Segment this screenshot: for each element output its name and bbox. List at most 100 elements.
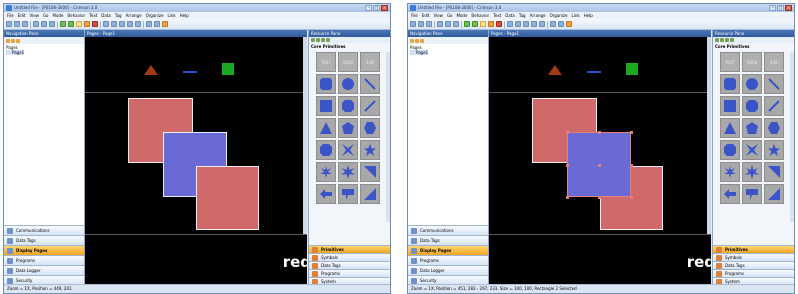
tree-item-page1[interactable]: Page1 (6, 50, 25, 55)
paste-icon[interactable] (49, 21, 55, 27)
minimize-icon[interactable]: – (365, 5, 372, 11)
menu-behavior[interactable]: Behavior (67, 13, 85, 18)
page-editor[interactable]: Pages - Page1 red (489, 30, 715, 285)
selection-handle[interactable] (598, 196, 601, 199)
menu-behavior[interactable]: Behavior (471, 13, 489, 18)
align-left-icon[interactable] (507, 21, 513, 27)
resource-tool-icon[interactable] (720, 38, 724, 42)
menu-organize[interactable]: Organize (146, 13, 164, 18)
red-rectangle-front[interactable] (196, 166, 259, 230)
burst-icon[interactable] (338, 162, 358, 182)
resource-section-symbols[interactable]: Symbols (309, 253, 390, 261)
wedge-icon[interactable] (360, 162, 380, 182)
paste-icon[interactable] (453, 21, 459, 27)
send-icon[interactable] (84, 21, 90, 27)
menu-arrange[interactable]: Arrange (530, 13, 546, 18)
nav-section-data-tags[interactable]: Data Tags (408, 235, 488, 245)
menu-arrange[interactable]: Arrange (126, 13, 142, 18)
palette-icon[interactable] (162, 21, 168, 27)
star-icon[interactable] (764, 140, 784, 160)
copy-icon[interactable] (445, 21, 451, 27)
resource-tool-icon[interactable] (725, 38, 729, 42)
resource-tool-icon[interactable] (311, 38, 315, 42)
ellipse-icon[interactable] (742, 74, 762, 94)
resource-section-symbols[interactable]: Symbols (713, 253, 794, 261)
burst-icon[interactable] (742, 162, 762, 182)
selection-handle[interactable] (566, 196, 569, 199)
back-icon[interactable] (60, 21, 66, 27)
cut-icon[interactable] (33, 21, 39, 27)
vertical-scrollbar[interactable] (707, 37, 711, 235)
pentagon-icon[interactable] (742, 118, 762, 138)
selection-handle[interactable] (630, 163, 633, 167)
menu-view[interactable]: View (433, 13, 443, 18)
maximize-icon[interactable]: □ (777, 5, 784, 11)
tree-item-page1[interactable]: Page1 (410, 50, 429, 55)
line-shape[interactable] (183, 71, 197, 73)
square-icon[interactable] (720, 96, 740, 116)
text-primitive[interactable]: TEXT (316, 52, 336, 72)
menu-edit[interactable]: Edit (422, 13, 430, 18)
rounded-rectangle-icon[interactable] (720, 74, 740, 94)
ungroup-icon[interactable] (539, 21, 545, 27)
menu-help[interactable]: Help (584, 13, 593, 18)
square-icon[interactable] (316, 96, 336, 116)
star-icon[interactable] (360, 140, 380, 160)
nav-section-programs[interactable]: Programs (408, 255, 488, 265)
arrow-left-icon[interactable] (316, 184, 336, 204)
menu-help[interactable]: Help (180, 13, 189, 18)
callout-icon[interactable] (338, 184, 358, 204)
menu-file[interactable]: File (411, 13, 418, 18)
green-square-shape[interactable] (626, 63, 638, 75)
resource-section-data-tags[interactable]: Data Tags (713, 261, 794, 269)
open-folder-icon[interactable] (418, 21, 424, 27)
align-center-icon[interactable] (515, 21, 521, 27)
nav-section-communications[interactable]: Communications (408, 225, 488, 235)
number-primitive[interactable]: 5658 (338, 52, 358, 72)
back-icon[interactable] (464, 21, 470, 27)
menu-data[interactable]: Data (101, 13, 111, 18)
menu-mode[interactable]: Mode (457, 13, 468, 18)
nav-section-display-pages[interactable]: Display Pages (4, 245, 84, 255)
nav-section-data-logger[interactable]: Data Logger (4, 265, 84, 275)
right-triangle-icon[interactable] (360, 184, 380, 204)
selection-handle[interactable] (566, 131, 569, 134)
menu-text[interactable]: Text (493, 13, 501, 18)
menu-file[interactable]: File (7, 13, 14, 18)
open-folder-icon[interactable] (14, 21, 20, 27)
align-right-icon[interactable] (523, 21, 529, 27)
resource-section-data-tags[interactable]: Data Tags (309, 261, 390, 269)
send-icon[interactable] (488, 21, 494, 27)
octagon-small-icon[interactable] (720, 140, 740, 160)
zoom-icon[interactable] (146, 21, 152, 27)
pointer-tool-icon[interactable] (76, 21, 82, 27)
menu-tag[interactable]: Tag (115, 13, 122, 18)
hexagon-icon[interactable] (764, 118, 784, 138)
palette-icon[interactable] (566, 21, 572, 27)
resource-section-primitives[interactable]: Primitives (309, 245, 390, 253)
minimize-icon[interactable]: – (769, 5, 776, 11)
text-primitive[interactable]: TEXT (720, 52, 740, 72)
resource-tool-icon[interactable] (321, 38, 325, 42)
triangle-shape[interactable] (144, 65, 158, 75)
blue-rectangle[interactable] (566, 131, 633, 199)
resource-tool-icon[interactable] (715, 38, 719, 42)
menu-link[interactable]: Link (167, 13, 175, 18)
maximize-icon[interactable]: □ (373, 5, 380, 11)
grid-icon[interactable] (154, 21, 160, 27)
zoom-icon[interactable] (550, 21, 556, 27)
nav-section-display-pages[interactable]: Display Pages (408, 245, 488, 255)
menu-view[interactable]: View (29, 13, 39, 18)
group-icon[interactable] (531, 21, 537, 27)
star-burst-icon[interactable] (316, 162, 336, 182)
page-editor[interactable]: Pages - Page1 red (85, 30, 311, 285)
line-shape[interactable] (587, 71, 601, 73)
align-right-icon[interactable] (119, 21, 125, 27)
resource-scrollbar[interactable] (386, 52, 390, 222)
resource-scrollbar[interactable] (790, 52, 794, 222)
octagon-icon[interactable] (742, 96, 762, 116)
forward-icon[interactable] (68, 21, 74, 27)
nav-section-communications[interactable]: Communications (4, 225, 84, 235)
resource-section-programs[interactable]: Programs (309, 269, 390, 277)
octagon-icon[interactable] (338, 96, 358, 116)
